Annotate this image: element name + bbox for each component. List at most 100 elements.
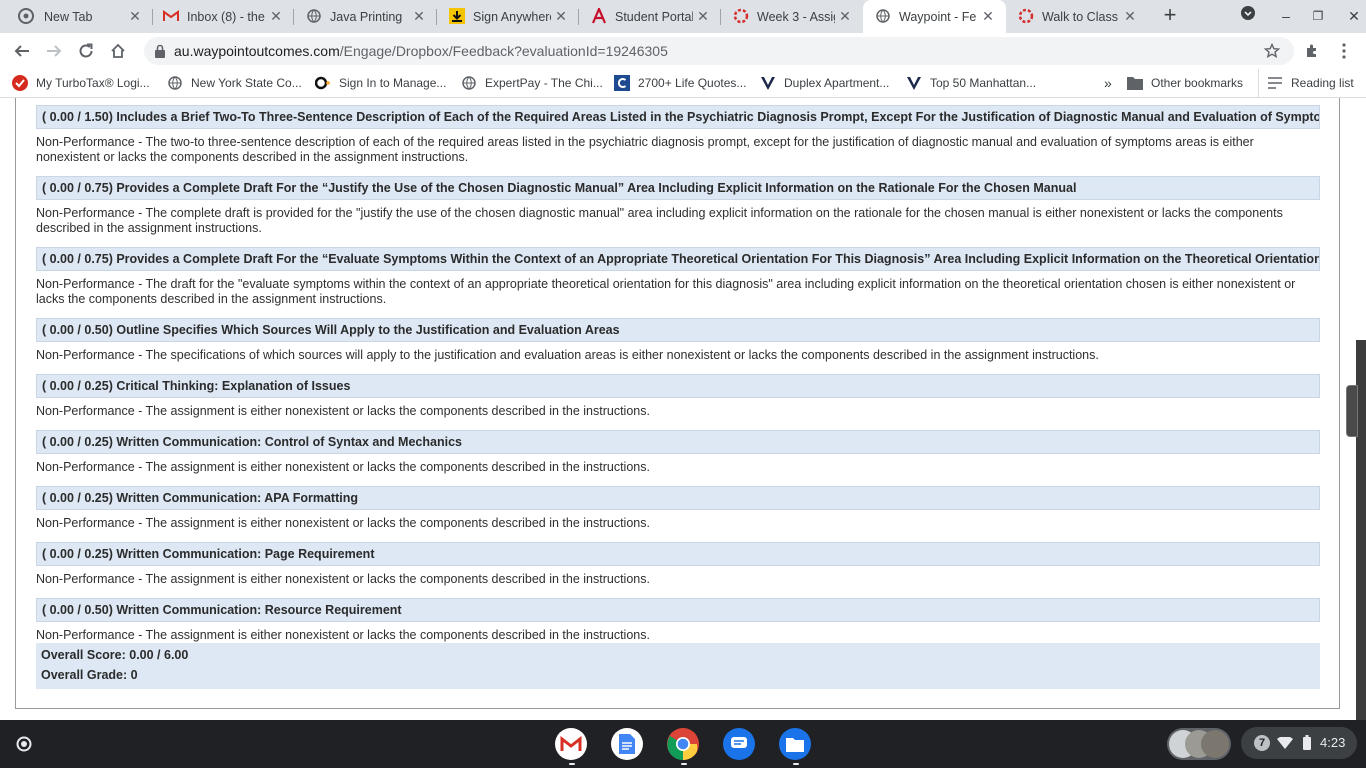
lock-icon: [155, 44, 165, 58]
url-domain: au.waypointoutcomes.com: [174, 43, 340, 59]
docs-app[interactable]: [611, 728, 643, 760]
bookmarks-bar: My TurboTax® Logi... New York State Co..…: [0, 69, 1366, 98]
tab-student-portal[interactable]: Student Portal ✕: [579, 0, 721, 33]
criterion-heading: ( 0.00 / 0.50) Outline Specifies Which S…: [36, 318, 1320, 342]
download-icon: [449, 8, 465, 24]
bookmark-label: Reading list: [1291, 76, 1354, 90]
bookmark-label: New York State Co...: [191, 76, 302, 90]
criterion-description: Non-Performance - The draft for the "eva…: [36, 277, 1296, 306]
globe-icon: [167, 75, 183, 91]
criterion-description: Non-Performance - The specifications of …: [36, 348, 1099, 362]
bookmark-nys[interactable]: New York State Co...: [167, 69, 302, 97]
home-button[interactable]: [106, 39, 130, 63]
os-shelf: 7 4:23: [0, 720, 1366, 768]
criterion-description: Non-Performance - The complete draft is …: [36, 206, 1283, 235]
tab-title: Walk to Class: [1042, 9, 1118, 24]
extensions-button[interactable]: [1300, 39, 1324, 63]
tab-title: Sign Anywhere: [473, 9, 551, 24]
launcher-button[interactable]: [8, 728, 40, 760]
star-icon[interactable]: [1264, 43, 1280, 59]
bookmark-other[interactable]: Other bookmarks: [1127, 69, 1243, 97]
close-icon[interactable]: ✕: [411, 8, 427, 24]
dot-logo-icon: [315, 75, 331, 91]
holding-space[interactable]: [1167, 728, 1231, 760]
bookmark-label: 2700+ Life Quotes...: [638, 76, 747, 90]
close-icon[interactable]: ✕: [695, 8, 711, 24]
tab-java-printing[interactable]: Java Printing ✕: [294, 0, 437, 33]
clock: 4:23: [1320, 735, 1346, 750]
a-logo-icon: [591, 8, 607, 24]
v-logo-icon: [760, 75, 776, 91]
criterion-heading: ( 0.00 / 0.25) Written Communication: Co…: [36, 430, 1320, 454]
bookmark-sign-in[interactable]: Sign In to Manage...: [315, 69, 446, 97]
messages-app[interactable]: [723, 728, 755, 760]
criterion-description: Non-Performance - The assignment is eith…: [36, 572, 650, 586]
overall-grade: Overall Grade: 0: [41, 668, 138, 682]
c-logo-icon: [614, 75, 630, 91]
tab-sign-anywhere[interactable]: Sign Anywhere ✕: [437, 0, 579, 33]
tab-waypoint[interactable]: Waypoint - Fe ✕: [863, 0, 1006, 33]
tab-title: Inbox (8) - the: [187, 9, 265, 24]
files-app[interactable]: [779, 728, 811, 760]
bookmark-label: Other bookmarks: [1151, 76, 1244, 90]
folder-icon: [1127, 75, 1143, 91]
gmail-app[interactable]: [555, 728, 587, 760]
bookmark-duplex[interactable]: Duplex Apartment...: [760, 69, 889, 97]
close-icon[interactable]: ✕: [1122, 8, 1138, 24]
chrome-icon: [667, 728, 699, 760]
criterion-description: Non-Performance - The assignment is eith…: [36, 628, 650, 642]
new-tab-button[interactable]: +: [1158, 4, 1182, 27]
launcher-icon: [16, 736, 32, 752]
criterion-heading: ( 0.00 / 1.50) Includes a Brief Two-To T…: [36, 105, 1320, 129]
kebab-menu-icon: [1342, 43, 1346, 59]
restore-button[interactable]: ❐: [1306, 5, 1330, 27]
criterion-heading: ( 0.00 / 0.75) Provides a Complete Draft…: [36, 247, 1320, 271]
reload-button[interactable]: [74, 39, 98, 63]
menu-button[interactable]: [1332, 39, 1356, 63]
arrow-right-icon: [47, 45, 62, 57]
criterion-heading: ( 0.00 / 0.25) Written Communication: Pa…: [36, 542, 1320, 566]
criterion-heading: ( 0.00 / 0.25) Written Communication: AP…: [36, 486, 1320, 510]
tab-title: Student Portal: [615, 9, 693, 24]
close-icon[interactable]: ✕: [553, 8, 569, 24]
reload-icon: [79, 43, 93, 58]
score-summary: Overall Score: 0.00 / 6.00 Overall Grade…: [36, 643, 1320, 689]
tab-inbox[interactable]: Inbox (8) - the ✕: [153, 0, 294, 33]
address-bar[interactable]: au.waypointoutcomes.com/Engage/Dropbox/F…: [144, 37, 1294, 65]
tab-week3[interactable]: Week 3 - Assig ✕: [721, 0, 863, 33]
puzzle-icon: [1307, 44, 1316, 57]
arrow-left-icon: [14, 45, 29, 57]
chrome-app[interactable]: [667, 728, 699, 760]
close-icon[interactable]: ✕: [837, 8, 853, 24]
close-icon[interactable]: ✕: [268, 8, 284, 24]
criterion-description: Non-Performance - The assignment is eith…: [36, 404, 650, 418]
more-bookmarks-button[interactable]: »: [1104, 69, 1112, 97]
tab-walk-to-class[interactable]: Walk to Class ✕: [1006, 0, 1148, 33]
status-tray[interactable]: 7 4:23: [1241, 727, 1357, 759]
tab-title: Java Printing: [330, 9, 403, 24]
back-button[interactable]: [10, 39, 34, 63]
criterion-description: Non-Performance - The two-to three-sente…: [36, 135, 1254, 164]
url-text: au.waypointoutcomes.com/Engage/Dropbox/F…: [174, 43, 668, 59]
url-path: /Engage/Dropbox/Feedback?evaluationId=19…: [339, 43, 668, 59]
minimize-button[interactable]: –: [1274, 5, 1298, 27]
globe-icon: [306, 8, 322, 24]
reading-list-button[interactable]: Reading list: [1258, 69, 1354, 97]
gmail-icon: [560, 736, 582, 751]
forward-button[interactable]: [42, 39, 66, 63]
messages-icon: [731, 737, 747, 748]
gmail-icon: [163, 8, 179, 24]
bookmark-expertpay[interactable]: ExpertPay - The Chi...: [461, 69, 603, 97]
bookmark-life-quotes[interactable]: 2700+ Life Quotes...: [614, 69, 746, 97]
close-icon[interactable]: ✕: [980, 8, 996, 24]
bookmark-turbotax[interactable]: My TurboTax® Logi...: [12, 69, 150, 97]
home-icon: [111, 43, 125, 58]
tab-search-button[interactable]: [1236, 5, 1260, 27]
bookmark-label: ExpertPay - The Chi...: [485, 76, 603, 90]
close-icon[interactable]: ✕: [127, 8, 143, 24]
bookmark-label: My TurboTax® Logi...: [36, 76, 150, 90]
bookmark-top50[interactable]: Top 50 Manhattan...: [906, 69, 1036, 97]
tab-new-tab[interactable]: New Tab ✕: [0, 0, 153, 33]
side-panel-handle[interactable]: [1346, 385, 1358, 437]
close-window-button[interactable]: ✕: [1342, 5, 1366, 27]
